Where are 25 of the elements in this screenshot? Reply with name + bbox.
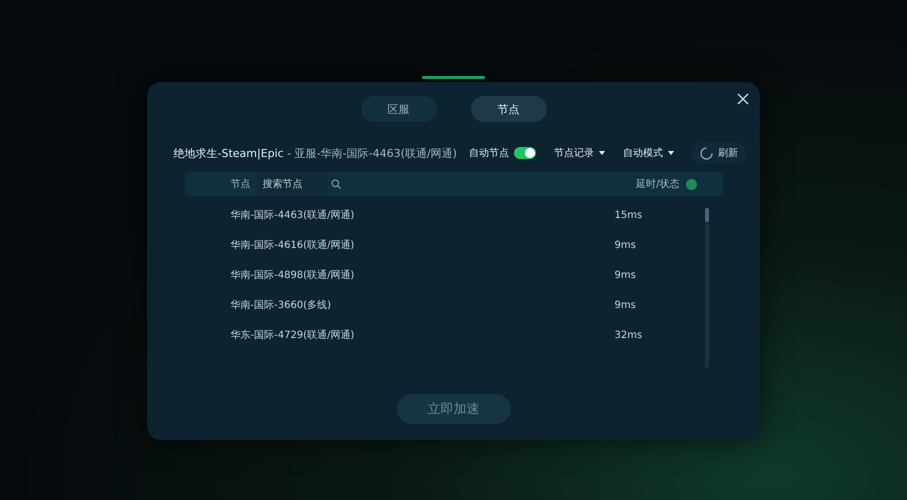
tab[interactable]: 区服 [360, 96, 436, 122]
node-row[interactable]: 华南-国际-4898(联通/网通) 9ms [184, 260, 704, 290]
node-name: 华东-国际-4729(联通/网通) [230, 328, 354, 342]
latency-value: 15ms [614, 210, 644, 220]
dropdown[interactable]: 节点记录 [554, 146, 605, 160]
node-row[interactable]: 华东-国际-4729(联通/网通) 32ms [184, 320, 704, 350]
dropdown[interactable]: 自动模式 [622, 146, 674, 160]
node-row[interactable]: 华南-国际-4616(联通/网通) 9ms [184, 230, 704, 260]
search-field[interactable]: 搜索节点 [256, 174, 326, 194]
game-server-title: 绝地求生-Steam|Epic - 亚服-华南-国际-4463(联通/网通) [174, 146, 457, 160]
tab[interactable]: 节点 [470, 96, 546, 122]
auto-node-label: 自动节点 [468, 146, 509, 160]
column-header: 延时/状态 [636, 178, 680, 191]
node-row[interactable]: 华南-国际-3660(多线) 9ms [184, 290, 704, 320]
latency-value: 9ms [614, 240, 637, 250]
column-header: 节点 [230, 178, 250, 191]
node-name: 华南-国际-4463(联通/网通) [230, 208, 354, 222]
node-name: 华南-国际-4616(联通/网通) [230, 238, 354, 252]
latency-value: 9ms [614, 270, 637, 280]
refresh-button[interactable]: 刷新 [692, 142, 746, 164]
latency-value: 32ms [614, 330, 644, 340]
node-name: 华南-国际-4898(联通/网通) [230, 268, 354, 282]
latency-value: 9ms [614, 300, 637, 310]
node-row[interactable]: 华南-国际-4463(联通/网通) 15ms [184, 200, 704, 230]
node-name: 华南-国际-3660(多线) [230, 298, 331, 312]
